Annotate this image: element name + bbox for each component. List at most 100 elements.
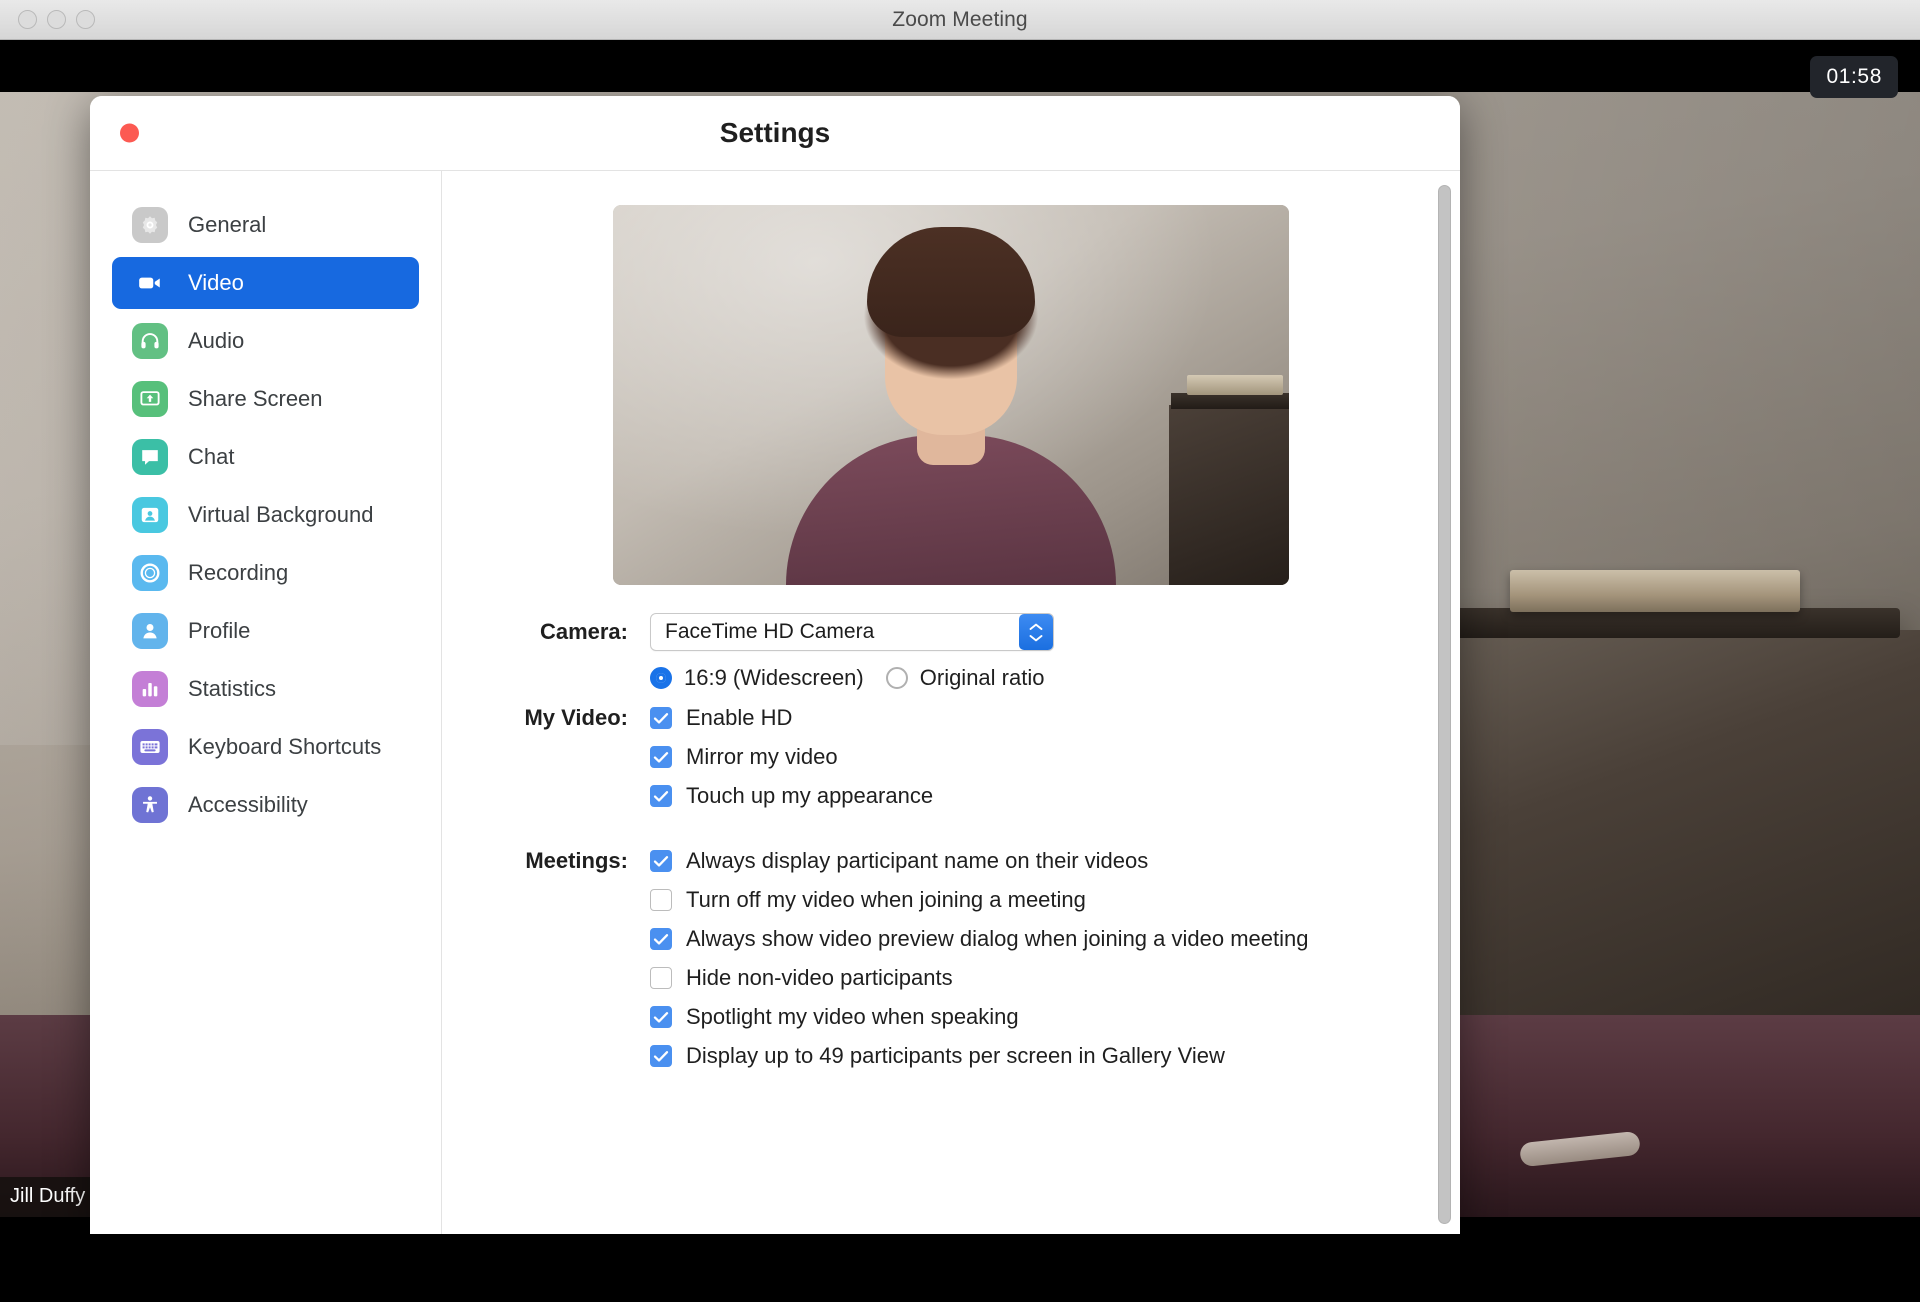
camera-select-value[interactable]: FaceTime HD Camera: [650, 613, 1054, 651]
settings-body: General Video Audio Share Screen Chat Virtual…: [90, 170, 1460, 1234]
sidebar-item-general[interactable]: General: [112, 199, 419, 251]
bar-chart-icon: [132, 671, 168, 707]
sidebar-item-label: Audio: [188, 328, 245, 353]
preview-books: [1187, 375, 1283, 395]
meetings-option-label: Always show video preview dialog when jo…: [686, 926, 1309, 951]
accessibility-icon: [132, 787, 168, 823]
sidebar-item-label: Recording: [188, 560, 289, 585]
meetings-checkbox-row[interactable]: Display up to 49 participants per screen…: [650, 1043, 1400, 1069]
meetings-option-label: Always display participant name on their…: [686, 848, 1149, 873]
my-video-row: My Video: Enable HD Mirror my video Touch …: [502, 705, 1400, 822]
meetings-options: Always display participant name on their…: [650, 848, 1400, 1082]
participant-name-tag: Jill Duffy: [0, 1177, 100, 1217]
sidebar-item-chat[interactable]: Chat: [112, 431, 419, 483]
headphones-icon: [132, 323, 168, 359]
window-titlebar: Zoom Meeting: [0, 0, 1920, 40]
sidebar-item-label: Chat: [188, 444, 235, 469]
camera-select-stepper[interactable]: [1019, 614, 1053, 650]
person-icon: [132, 613, 168, 649]
checkbox-checked-icon[interactable]: [650, 707, 672, 729]
settings-title: Settings: [719, 117, 831, 148]
meetings-checkbox-row[interactable]: Always show video preview dialog when jo…: [650, 926, 1400, 952]
screen-root: Zoom Meeting Jill Duffy 01:58 Settings G…: [0, 0, 1920, 1302]
sidebar-item-label: Keyboard Shortcuts: [188, 734, 382, 759]
record-circle-icon: [132, 555, 168, 591]
camera-preview: [613, 205, 1289, 585]
camera-label: Camera:: [539, 619, 628, 644]
sidebar-item-label: Virtual Background: [188, 502, 374, 527]
meetings-option-label: Display up to 49 participants per screen…: [686, 1043, 1225, 1068]
settings-main-panel: Camera: FaceTime HD Camera 16:9 (Widescr…: [442, 170, 1460, 1234]
checkbox-checked-icon[interactable]: [650, 928, 672, 950]
checkbox-checked-icon[interactable]: [650, 746, 672, 768]
video-settings-form: Camera: FaceTime HD Camera 16:9 (Widescr…: [502, 613, 1400, 1082]
gear-icon: [132, 207, 168, 243]
virtual-background-icon: [132, 497, 168, 533]
sidebar-item-accessibility[interactable]: Accessibility: [112, 779, 419, 831]
preview-furniture: [1169, 375, 1289, 585]
checkbox-unchecked-icon[interactable]: [650, 889, 672, 911]
aspect-ratio-group: 16:9 (Widescreen) Original ratio: [650, 665, 1066, 691]
sidebar-item-audio[interactable]: Audio: [112, 315, 419, 367]
chevron-down-icon: [1029, 634, 1043, 641]
sidebar-item-profile[interactable]: Profile: [112, 605, 419, 657]
meetings-checkbox-row[interactable]: Turn off my video when joining a meeting: [650, 887, 1400, 913]
share-screen-icon: [132, 381, 168, 417]
meetings-option-label: Spotlight my video when speaking: [686, 1004, 1019, 1029]
aspect-ratio-label: Original ratio: [919, 665, 1045, 690]
my-video-option-label: Enable HD: [686, 705, 793, 730]
chevron-up-icon: [1029, 623, 1043, 630]
meetings-label: Meetings:: [525, 848, 628, 873]
furniture-books: [1510, 569, 1800, 612]
meeting-timer-badge: 01:58: [1810, 56, 1898, 98]
sidebar-item-video[interactable]: Video: [112, 257, 419, 309]
camera-row: Camera: FaceTime HD Camera: [502, 613, 1400, 651]
meetings-option-label: Turn off my video when joining a meeting: [686, 887, 1086, 912]
checkbox-unchecked-icon[interactable]: [650, 967, 672, 989]
meetings-checkbox-row[interactable]: Always display participant name on their…: [650, 848, 1400, 874]
sidebar-item-statistics[interactable]: Statistics: [112, 663, 419, 715]
sidebar-item-virtual-background[interactable]: Virtual Background: [112, 489, 419, 541]
my-video-checkbox-row[interactable]: Enable HD: [650, 705, 1400, 731]
scrollbar-thumb[interactable]: [1437, 185, 1451, 1224]
settings-scrollbar[interactable]: [1436, 185, 1452, 1224]
settings-dialog: Settings General Video Audio Share Screen Ch…: [90, 96, 1460, 1234]
meetings-option-label: Hide non-video participants: [686, 965, 953, 990]
sidebar-item-recording[interactable]: Recording: [112, 547, 419, 599]
settings-sidebar: General Video Audio Share Screen Chat Virtual…: [90, 170, 442, 1234]
my-video-label: My Video:: [524, 705, 628, 730]
sidebar-item-share-screen[interactable]: Share Screen: [112, 373, 419, 425]
my-video-option-label: Mirror my video: [686, 744, 838, 769]
my-video-options: Enable HD Mirror my video Touch up my appe…: [650, 705, 1400, 822]
sidebar-item-label: Accessibility: [188, 792, 308, 817]
keyboard-icon: [132, 729, 168, 765]
video-camera-icon: [132, 265, 168, 301]
settings-close-button[interactable]: [120, 123, 139, 143]
sidebar-item-label: General: [188, 212, 267, 237]
checkbox-checked-icon[interactable]: [650, 1045, 672, 1067]
sidebar-item-keyboard-shortcuts[interactable]: Keyboard Shortcuts: [112, 721, 419, 773]
meetings-row: Meetings: Always display participant nam…: [502, 848, 1400, 1082]
sidebar-item-label: Share Screen: [188, 386, 323, 411]
my-video-option-label: Touch up my appearance: [686, 783, 934, 808]
aspect-ratio-label: 16:9 (Widescreen): [684, 665, 864, 690]
checkbox-checked-icon[interactable]: [650, 785, 672, 807]
meetings-checkbox-row[interactable]: Spotlight my video when speaking: [650, 1004, 1400, 1030]
aspect-ratio-radio-1[interactable]: [885, 667, 908, 689]
sidebar-item-label: Profile: [188, 618, 251, 643]
my-video-checkbox-row[interactable]: Mirror my video: [650, 744, 1400, 770]
meetings-checkbox-row[interactable]: Hide non-video participants: [650, 965, 1400, 991]
checkbox-checked-icon[interactable]: [650, 1006, 672, 1028]
preview-person: [786, 227, 1116, 585]
settings-header: Settings: [90, 96, 1460, 170]
aspect-ratio-radio-0[interactable]: [650, 667, 672, 689]
window-title: Zoom Meeting: [892, 7, 1028, 31]
my-video-checkbox-row[interactable]: Touch up my appearance: [650, 783, 1400, 809]
sidebar-item-label: Statistics: [188, 676, 277, 701]
camera-select[interactable]: FaceTime HD Camera: [650, 613, 1054, 651]
chat-bubble-icon: [132, 439, 168, 475]
checkbox-checked-icon[interactable]: [650, 850, 672, 872]
sidebar-item-label: Video: [188, 270, 244, 295]
preview-furniture-top: [1171, 393, 1289, 409]
